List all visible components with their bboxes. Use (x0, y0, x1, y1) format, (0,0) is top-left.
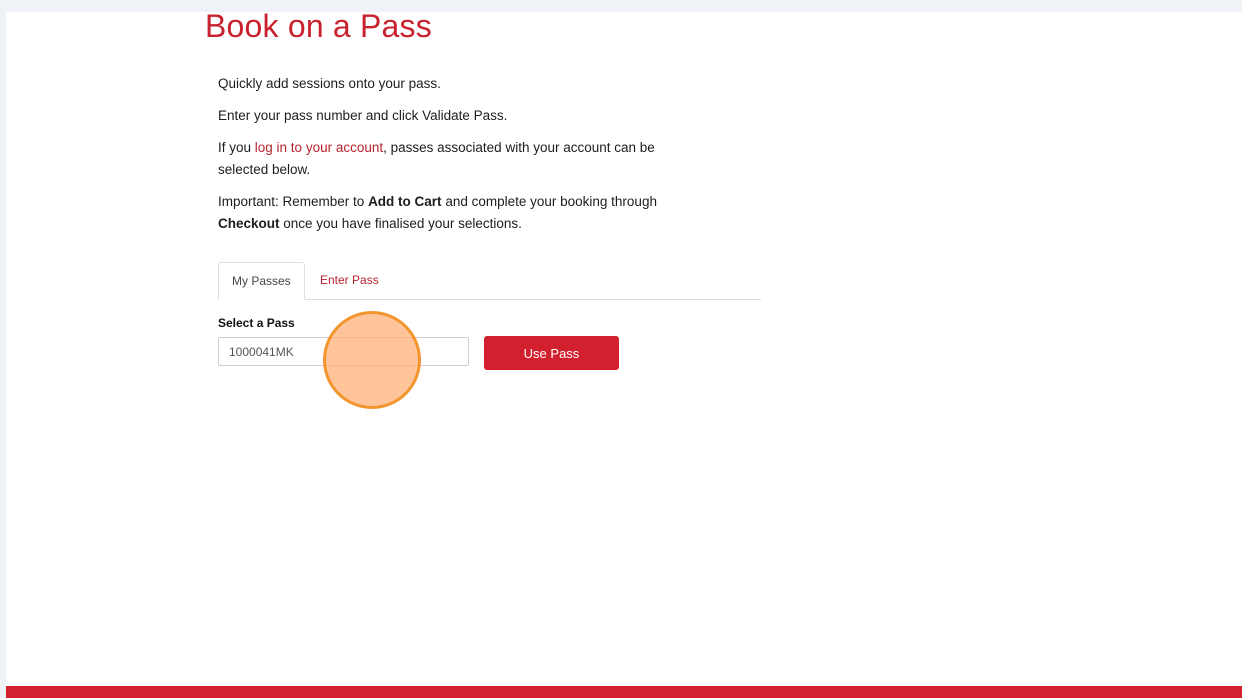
intro-line-3-prefix: If you (218, 140, 255, 155)
use-pass-button[interactable]: Use Pass (484, 336, 619, 370)
tab-enter-pass[interactable]: Enter Pass (307, 262, 392, 298)
select-pass-label: Select a Pass (218, 316, 295, 330)
intro-line-3: If you log in to your account, passes as… (218, 137, 698, 181)
intro-line-2: Enter your pass number and click Validat… (218, 108, 508, 123)
pass-tabs: My Passes Enter Pass (218, 262, 761, 300)
tab-my-passes[interactable]: My Passes (218, 262, 305, 300)
page-container: Book on a Pass Quickly add sessions onto… (6, 8, 1242, 698)
intro-line-4: Important: Remember to Add to Cart and c… (218, 191, 698, 235)
intro-line-4-middle: and complete your booking through (441, 194, 657, 209)
checkout-emphasis: Checkout (218, 216, 280, 231)
click-indicator (323, 311, 421, 409)
intro-line-4-prefix: Important: Remember to (218, 194, 369, 209)
intro-line-1: Quickly add sessions onto your pass. (218, 76, 441, 91)
footer-bar (6, 686, 1242, 698)
intro-line-4-suffix: once you have finalised your selections. (279, 216, 522, 231)
login-link[interactable]: log in to your account (255, 140, 383, 155)
page-title: Book on a Pass (205, 8, 432, 44)
intro-text: Quickly add sessions onto your pass. Ent… (218, 73, 698, 245)
add-to-cart-emphasis: Add to Cart (368, 194, 442, 209)
